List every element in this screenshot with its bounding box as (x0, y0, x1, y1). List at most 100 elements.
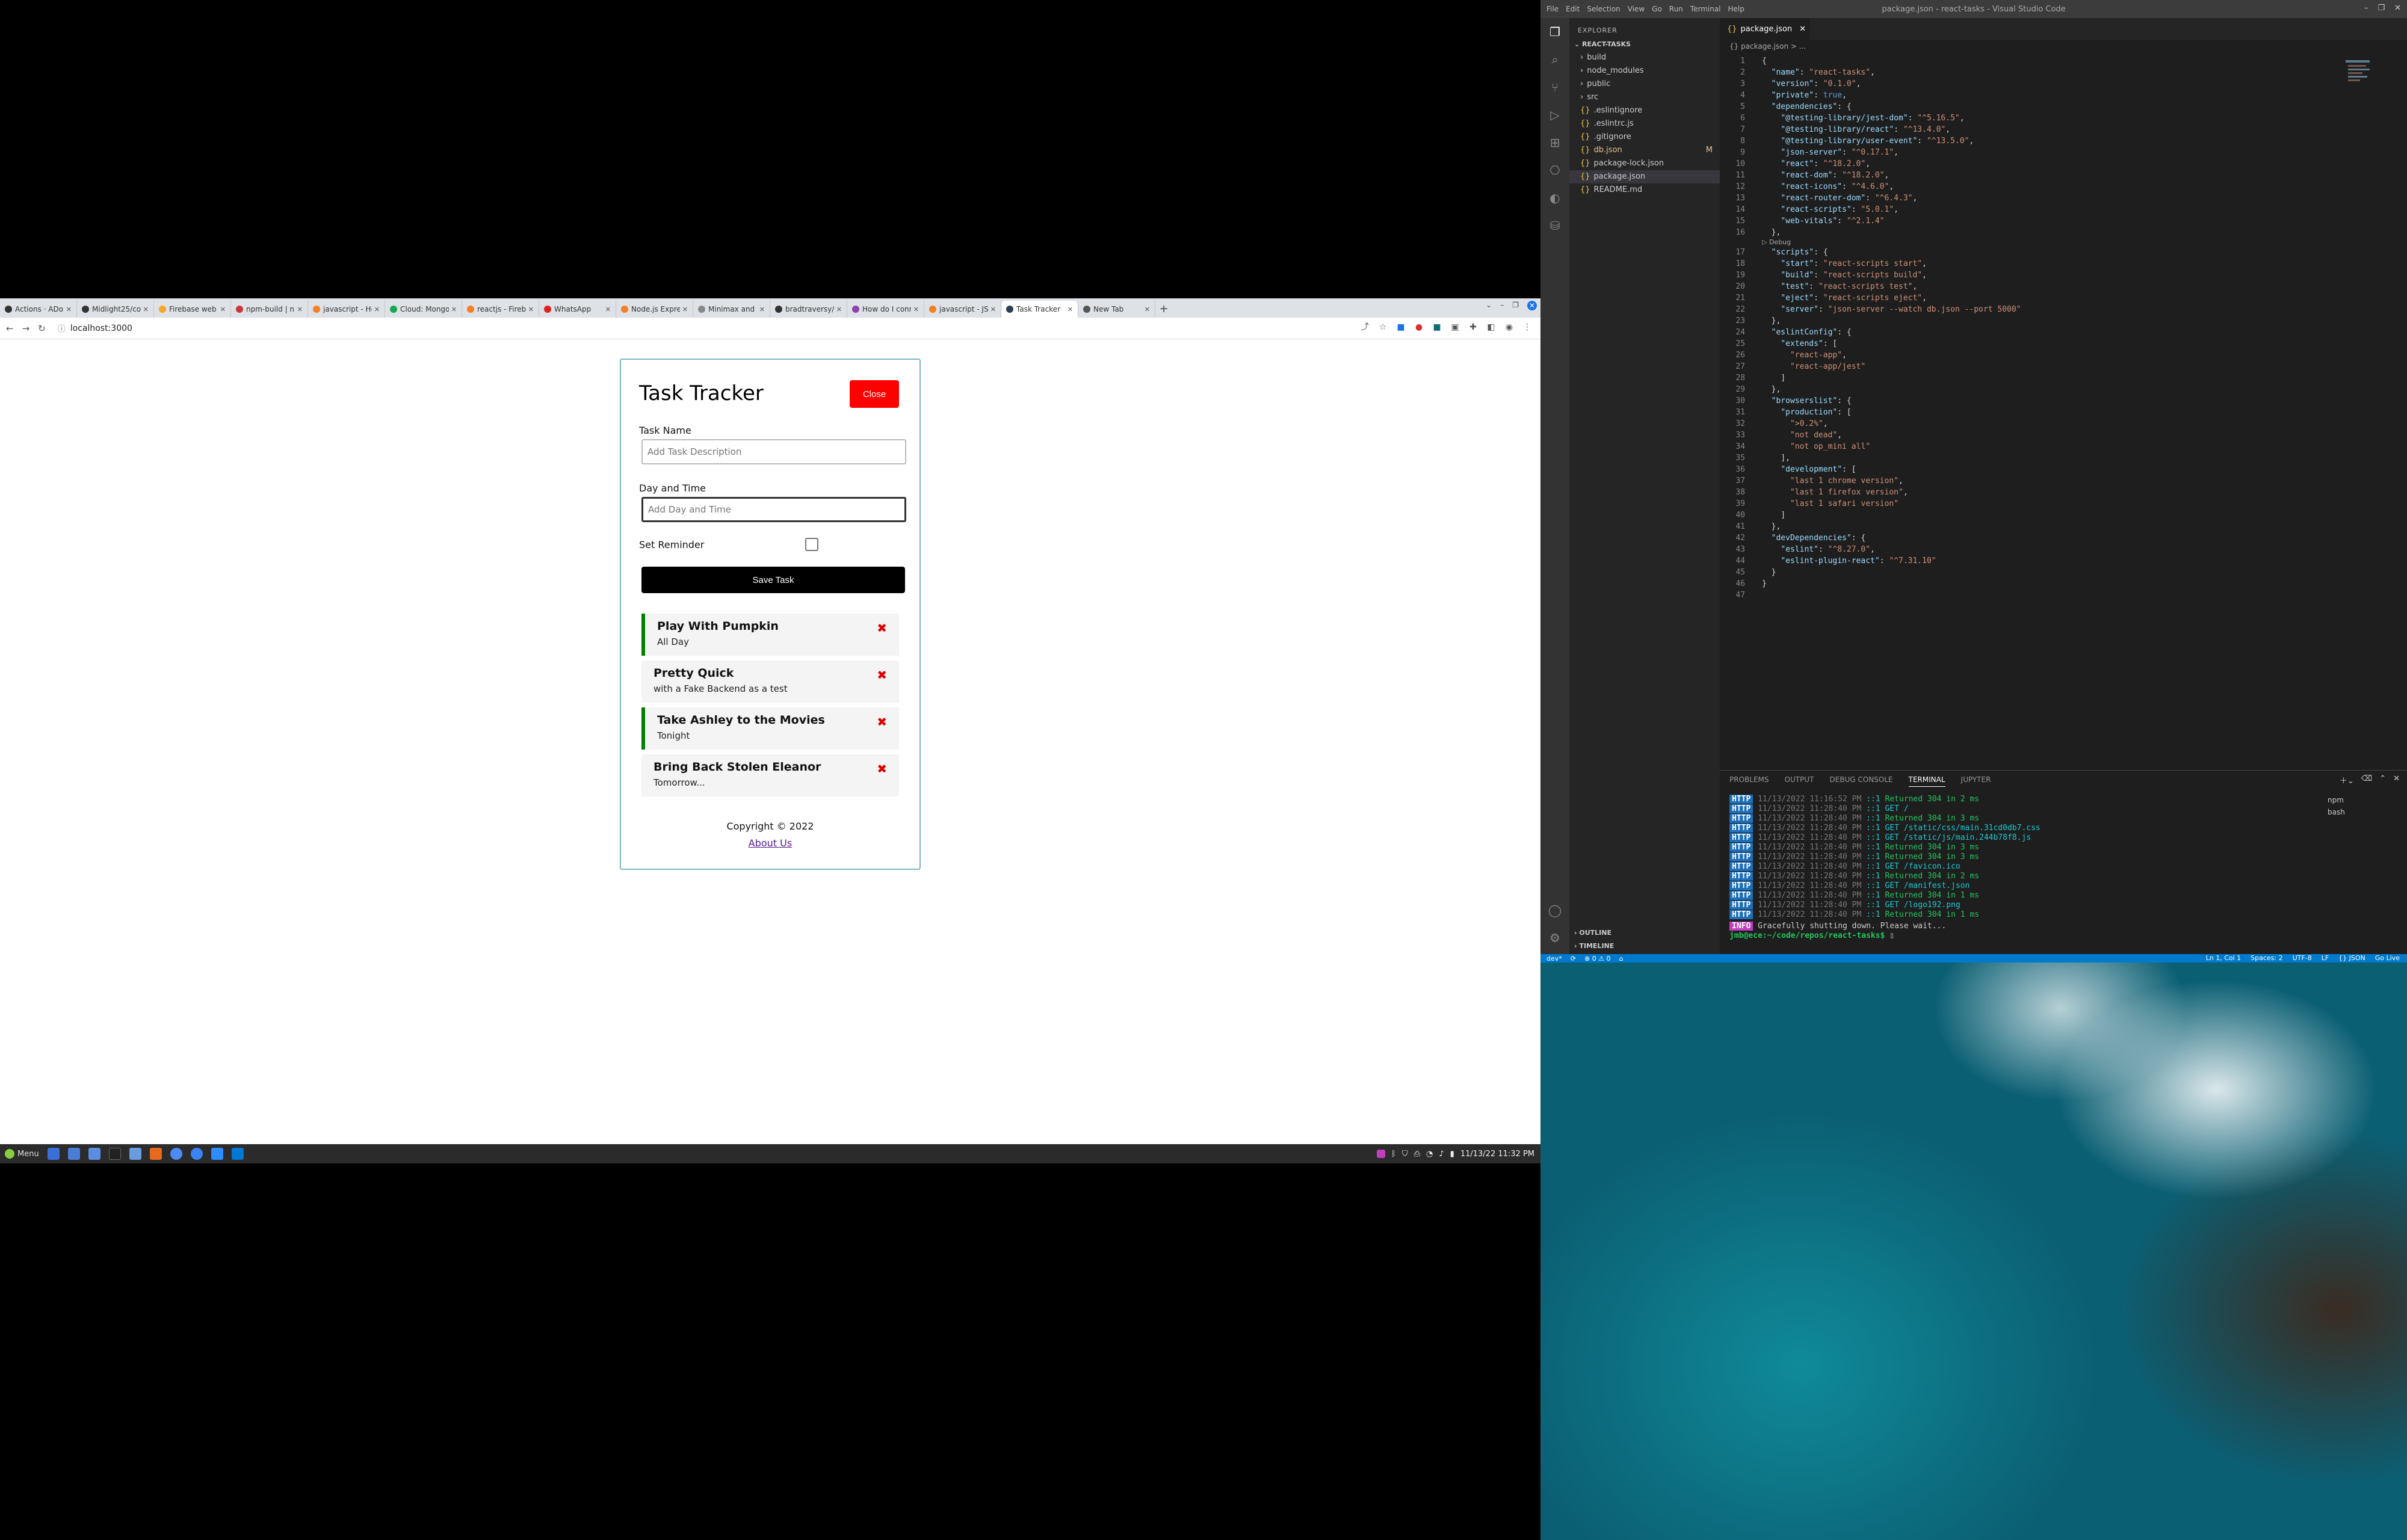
url-text[interactable]: localhost:3000 (70, 324, 132, 333)
terminal-output[interactable]: HTTP 11/13/2022 11:16:52 PM ::1 Returned… (1729, 795, 2041, 941)
delete-task-icon[interactable]: ✖ (877, 762, 887, 776)
desktop-icon[interactable] (47, 1148, 60, 1160)
status-item[interactable]: Spaces: 2 (2251, 954, 2282, 962)
about-link[interactable]: About Us (621, 837, 919, 849)
extension-icon[interactable]: ■ (1396, 322, 1406, 332)
source-control-icon[interactable]: ⑂ (1540, 73, 1569, 101)
account-icon[interactable]: ◯ (1540, 896, 1569, 924)
task-item[interactable]: Play With Pumpkin All Day ✖ (641, 614, 899, 656)
puzzle-icon[interactable]: ✚ (1468, 322, 1478, 332)
extensions-icon[interactable]: ⊞ (1540, 129, 1569, 156)
menu-item[interactable]: Help (1728, 5, 1744, 13)
browser-tab[interactable]: Cloud: MongoD✕ (385, 301, 462, 318)
close-button[interactable]: Close (850, 380, 899, 408)
minimize-icon[interactable]: – (2364, 4, 2368, 13)
browser-tab[interactable]: javascript - JSX✕ (924, 301, 1001, 318)
breadcrumb[interactable]: {} package.json > ... (1729, 42, 1806, 51)
status-item[interactable]: UTF-8 (2293, 954, 2312, 962)
browser-tab[interactable]: New Tab ✕ (1078, 301, 1155, 318)
terminal-instance[interactable]: bash (2328, 808, 2345, 820)
chrome-icon[interactable] (170, 1148, 182, 1160)
day-time-input[interactable] (641, 497, 906, 522)
start-menu-button[interactable]: Menu (5, 1149, 39, 1159)
panel-tab[interactable]: DEBUG CONSOLE (1829, 775, 1893, 787)
browser-tab[interactable]: bradtraversy/re✕ (770, 301, 847, 318)
delete-task-icon[interactable]: ✖ (877, 621, 887, 635)
maximize-panel-icon[interactable]: ⌃ (2379, 774, 2386, 786)
close-tab-icon[interactable]: ✕ (605, 306, 611, 313)
run-debug-icon[interactable]: ▷ (1540, 101, 1569, 129)
back-icon[interactable]: ← (6, 323, 14, 334)
remote-icon[interactable]: ⎔ (1540, 156, 1569, 184)
close-tab-icon[interactable]: ✕ (528, 306, 534, 313)
file-item[interactable]: {} db.json M (1569, 144, 1720, 157)
shield-icon[interactable]: ⛉ (1402, 1150, 1408, 1159)
debug-codelens[interactable]: ▷ Debug (1720, 238, 2407, 247)
minimap[interactable] (2346, 60, 2394, 132)
extension-icon[interactable]: ■ (1432, 322, 1442, 332)
close-window-icon[interactable]: ✕ (1527, 301, 1537, 310)
menu-item[interactable]: Selection (1587, 5, 1620, 13)
reload-icon[interactable]: ↻ (38, 323, 46, 334)
files-icon[interactable] (88, 1148, 100, 1160)
file-item[interactable]: {} .eslintignore (1569, 104, 1720, 117)
close-tab-icon[interactable]: ✕ (682, 306, 688, 313)
window-icon[interactable] (129, 1148, 141, 1160)
printer-icon[interactable]: ⎙ (1414, 1150, 1420, 1159)
extension-icon[interactable]: ● (1414, 322, 1424, 332)
battery-icon[interactable]: ▮ (1450, 1150, 1454, 1159)
delete-task-icon[interactable]: ✖ (877, 668, 887, 682)
bluetooth-icon[interactable]: ᛒ (1391, 1150, 1396, 1159)
video-icon[interactable] (211, 1148, 223, 1160)
browser-tab[interactable]: How do I conne✕ (847, 301, 924, 318)
share-icon[interactable]: ⤴ (1360, 322, 1370, 332)
panel-tab[interactable]: JUPYTER (1961, 775, 1991, 787)
status-item[interactable]: Ln 1, Col 1 (2206, 954, 2242, 962)
status-item[interactable]: ⌂ (1619, 955, 1624, 962)
panel-tab[interactable]: TERMINAL (1908, 775, 1945, 787)
status-item[interactable]: ⊗ 0 ⚠ 0 (1584, 955, 1611, 962)
menu-item[interactable]: Terminal (1690, 5, 1721, 13)
menu-dots-icon[interactable]: ⋮ (1522, 322, 1532, 332)
folder-item[interactable]: › build (1569, 51, 1720, 64)
close-tab-icon[interactable]: ✕ (1145, 306, 1150, 313)
close-tab-icon[interactable]: ✕ (1799, 25, 1806, 34)
close-tab-icon[interactable]: ✕ (990, 306, 996, 313)
settings-gear-icon[interactable]: ⚙ (1540, 924, 1569, 952)
code-editor[interactable]: 1{2 "name": "react-tasks", 3 "version": "… (1720, 55, 2407, 601)
forward-icon[interactable]: → (22, 323, 30, 334)
file-item[interactable]: {} .eslintrc.js (1569, 117, 1720, 131)
info-icon[interactable]: ⓘ (58, 322, 66, 334)
delete-task-icon[interactable]: ✖ (877, 715, 887, 729)
close-tab-icon[interactable]: ✕ (220, 306, 226, 313)
panel-tab[interactable]: PROBLEMS (1729, 775, 1769, 787)
timeline-section[interactable]: › TIMELINE (1569, 940, 1614, 953)
explorer-icon[interactable]: ❐ (1540, 18, 1569, 46)
outline-section[interactable]: › OUTLINE (1569, 926, 1611, 940)
browser-tab[interactable]: WhatsApp ✕ (539, 301, 616, 318)
terminal-prompt[interactable]: jmb@ece:~/code/repos/react-tasks$ ▯ (1729, 931, 2041, 941)
folder-item[interactable]: › node_modules (1569, 64, 1720, 78)
file-item[interactable]: {} README.md (1569, 183, 1720, 197)
search-icon[interactable]: ⌕ (1540, 46, 1569, 73)
status-item[interactable]: Go Live (2375, 954, 2400, 962)
menu-item[interactable]: Edit (1566, 5, 1580, 13)
omnibox[interactable]: ⓘ localhost:3000 (58, 322, 132, 334)
profile-icon[interactable]: ◉ (1504, 322, 1514, 332)
editor-tab-package-json[interactable]: {} package.json ✕ (1720, 18, 1810, 40)
close-tab-icon[interactable]: ✕ (143, 306, 149, 313)
folder-item[interactable]: › public (1569, 78, 1720, 91)
menu-item[interactable]: File (1546, 5, 1559, 13)
clock[interactable]: 11/13/22 11:32 PM (1460, 1150, 1534, 1159)
restore-icon[interactable]: ❐ (1512, 301, 1519, 310)
task-item[interactable]: Bring Back Stolen Eleanor Tomorrow... ✖ (641, 754, 899, 796)
project-folder[interactable]: ⌄ REACT-TASKS (1569, 38, 1720, 51)
close-window-icon[interactable]: ✕ (2394, 4, 2401, 13)
file-item[interactable]: {} package-lock.json (1569, 157, 1720, 170)
menu-item[interactable]: Go (1652, 5, 1662, 13)
volume-icon[interactable]: ♪ (1439, 1150, 1444, 1159)
save-task-button[interactable]: Save Task (641, 567, 905, 593)
close-tab-icon[interactable]: ✕ (913, 306, 919, 313)
task-item[interactable]: Pretty Quick with a Fake Backend as a tes… (641, 661, 899, 703)
tab-search-icon[interactable]: ⌄ (1486, 301, 1492, 310)
